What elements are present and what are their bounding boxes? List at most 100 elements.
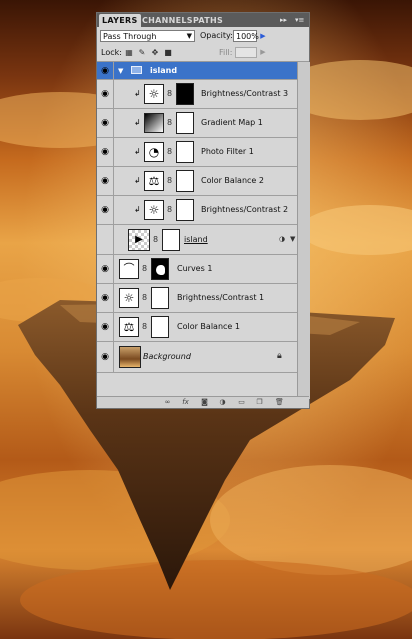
mask-shape bbox=[156, 265, 165, 275]
layer-name: Background bbox=[143, 352, 191, 361]
layer-row-island-smart-object[interactable]: ▶ 8 island ◑ ▼ bbox=[97, 225, 297, 255]
layer-row-gradient-map-1[interactable]: ◉ ↲ 8 Gradient Map 1 bbox=[97, 109, 297, 138]
lock-transparency-icon[interactable]: ▦ bbox=[124, 47, 134, 58]
eye-column-divider bbox=[113, 62, 114, 79]
blend-mode-select[interactable]: Pass Through ▼ bbox=[100, 30, 195, 42]
collapse-panel-icon[interactable]: ▸▸ bbox=[280, 14, 287, 26]
eye-column-divider bbox=[113, 313, 114, 341]
tab-channels[interactable]: CHANNELS bbox=[139, 14, 196, 27]
visibility-eye-icon[interactable]: ◉ bbox=[99, 65, 111, 77]
layer-name: island bbox=[184, 234, 208, 244]
layer-mask-thumbnail[interactable] bbox=[176, 83, 194, 105]
layer-mask-thumbnail[interactable] bbox=[176, 199, 194, 221]
brightness-contrast-icon: ☼ bbox=[144, 84, 164, 104]
add-mask-icon[interactable]: ◙ bbox=[200, 397, 209, 407]
photo-filter-icon: ◔ bbox=[144, 142, 164, 162]
layer-list: ◉ ▼ island ◉ ↲ ☼ 8 Brightness/Contrast 3… bbox=[97, 62, 297, 399]
layer-mask-thumbnail[interactable] bbox=[151, 258, 169, 280]
mask-link-icon[interactable]: 8 bbox=[142, 293, 147, 303]
clipping-mask-icon: ↲ bbox=[134, 147, 141, 156]
eye-column-divider bbox=[113, 196, 114, 224]
eye-column-divider bbox=[113, 284, 114, 312]
mask-link-icon[interactable]: 8 bbox=[153, 235, 158, 245]
mask-link-icon[interactable]: 8 bbox=[167, 89, 172, 99]
layer-row-color-balance-1[interactable]: ◉ ⚖ 8 Color Balance 1 bbox=[97, 313, 297, 342]
expand-effects-triangle-icon[interactable]: ▼ bbox=[290, 235, 295, 243]
tab-paths[interactable]: PATHS bbox=[190, 14, 226, 27]
layer-mask-thumbnail[interactable] bbox=[151, 316, 169, 338]
expand-triangle-icon[interactable]: ▼ bbox=[118, 66, 123, 76]
fx-icon[interactable]: fx bbox=[181, 397, 190, 407]
visibility-eye-icon[interactable]: ◉ bbox=[99, 263, 111, 275]
eye-column-divider bbox=[113, 225, 114, 254]
eye-column-divider bbox=[113, 80, 114, 108]
panel-footer: ∞ fx ◙ ◑ ▭ ❐ 🗑︎ bbox=[97, 396, 309, 408]
opacity-field[interactable]: 100% bbox=[233, 30, 259, 42]
layer-name: Gradient Map 1 bbox=[201, 118, 263, 127]
eye-column-divider bbox=[113, 342, 114, 372]
visibility-eye-icon[interactable]: ◉ bbox=[99, 117, 111, 129]
layer-list-scrollbar[interactable] bbox=[297, 62, 310, 399]
tab-layers[interactable]: LAYERS bbox=[99, 14, 141, 27]
visibility-eye-icon[interactable]: ◉ bbox=[99, 175, 111, 187]
mask-link-icon[interactable]: 8 bbox=[167, 205, 172, 215]
layer-mask-thumbnail[interactable] bbox=[151, 287, 169, 309]
mask-link-icon[interactable]: 8 bbox=[167, 176, 172, 186]
smart-object-thumbnail: ▶ bbox=[128, 228, 150, 251]
lock-position-icon[interactable]: ✥ bbox=[150, 47, 160, 58]
layer-row-photo-filter-1[interactable]: ◉ ↲ ◔ 8 Photo Filter 1 bbox=[97, 138, 297, 167]
lock-icon: 🔒︎ bbox=[277, 351, 282, 361]
link-layers-icon[interactable]: ∞ bbox=[163, 397, 172, 407]
layer-mask-thumbnail[interactable] bbox=[162, 228, 180, 251]
mask-link-icon[interactable]: 8 bbox=[167, 118, 172, 128]
opacity-slider-arrow-icon[interactable]: ▶ bbox=[258, 30, 268, 42]
mask-link-icon[interactable]: 8 bbox=[167, 147, 172, 157]
layer-row-curves-1[interactable]: ◉ ⌒ 8 Curves 1 bbox=[97, 255, 297, 284]
panel-menu-icon[interactable]: ▾≡ bbox=[295, 14, 304, 26]
visibility-eye-icon[interactable]: ◉ bbox=[99, 146, 111, 158]
layer-name: Brightness/Contrast 3 bbox=[201, 89, 289, 98]
layer-row-brightness-contrast-2[interactable]: ◉ ↲ ☼ 8 Brightness/Contrast 2 bbox=[97, 196, 297, 225]
layer-row-background[interactable]: ◉ Background 🔒︎ bbox=[97, 342, 297, 373]
layer-row-brightness-contrast-3[interactable]: ◉ ↲ ☼ 8 Brightness/Contrast 3 bbox=[97, 80, 297, 109]
mask-link-icon[interactable]: 8 bbox=[142, 322, 147, 332]
visibility-eye-icon[interactable]: ◉ bbox=[99, 351, 111, 363]
eye-column-divider bbox=[113, 255, 114, 283]
visibility-eye-icon[interactable]: ◉ bbox=[99, 292, 111, 304]
lock-label: Lock: bbox=[101, 48, 122, 57]
visibility-eye-icon[interactable]: ◉ bbox=[99, 88, 111, 100]
eye-column-divider bbox=[113, 167, 114, 195]
layer-row-color-balance-2[interactable]: ◉ ↲ ⚖ 8 Color Balance 2 bbox=[97, 167, 297, 196]
smart-filter-icon: ◑ bbox=[279, 235, 286, 243]
color-balance-icon: ⚖ bbox=[119, 317, 139, 337]
fill-label: Fill: bbox=[219, 48, 233, 57]
eye-column-divider bbox=[113, 109, 114, 137]
gradient-map-icon bbox=[144, 113, 164, 133]
clipping-mask-icon: ↲ bbox=[134, 118, 141, 127]
delete-layer-icon[interactable]: 🗑︎ bbox=[275, 397, 284, 407]
new-layer-icon[interactable]: ❐ bbox=[255, 397, 264, 407]
clipping-mask-icon: ↲ bbox=[134, 205, 141, 214]
lock-all-icon[interactable]: ■ bbox=[163, 47, 173, 58]
visibility-eye-icon[interactable]: ◉ bbox=[99, 204, 111, 216]
opacity-label: Opacity: bbox=[200, 31, 233, 40]
fill-field bbox=[235, 47, 257, 58]
visibility-eye-icon[interactable]: ◉ bbox=[99, 321, 111, 333]
layer-name: island bbox=[150, 65, 178, 75]
lock-pixels-icon[interactable]: ✎ bbox=[137, 47, 147, 58]
layer-mask-thumbnail[interactable] bbox=[176, 112, 194, 134]
new-group-icon[interactable]: ▭ bbox=[237, 397, 246, 407]
layer-name: Color Balance 2 bbox=[201, 176, 264, 185]
brightness-contrast-icon: ☼ bbox=[119, 288, 139, 308]
folder-icon bbox=[131, 65, 142, 74]
layer-name: Color Balance 1 bbox=[177, 322, 240, 331]
layer-row-group-island[interactable]: ◉ ▼ island bbox=[97, 62, 297, 80]
layer-mask-thumbnail[interactable] bbox=[176, 170, 194, 192]
layer-name: Curves 1 bbox=[177, 264, 213, 273]
layer-mask-thumbnail[interactable] bbox=[176, 141, 194, 163]
mask-link-icon[interactable]: 8 bbox=[142, 264, 147, 274]
layers-panel: LAYERS CHANNELS PATHS ▸▸ ▾≡ Pass Through… bbox=[96, 12, 310, 409]
layer-row-brightness-contrast-1[interactable]: ◉ ☼ 8 Brightness/Contrast 1 bbox=[97, 284, 297, 313]
new-adjustment-icon[interactable]: ◑ bbox=[218, 397, 227, 407]
fill-slider-arrow-icon: ▶ bbox=[260, 48, 266, 56]
